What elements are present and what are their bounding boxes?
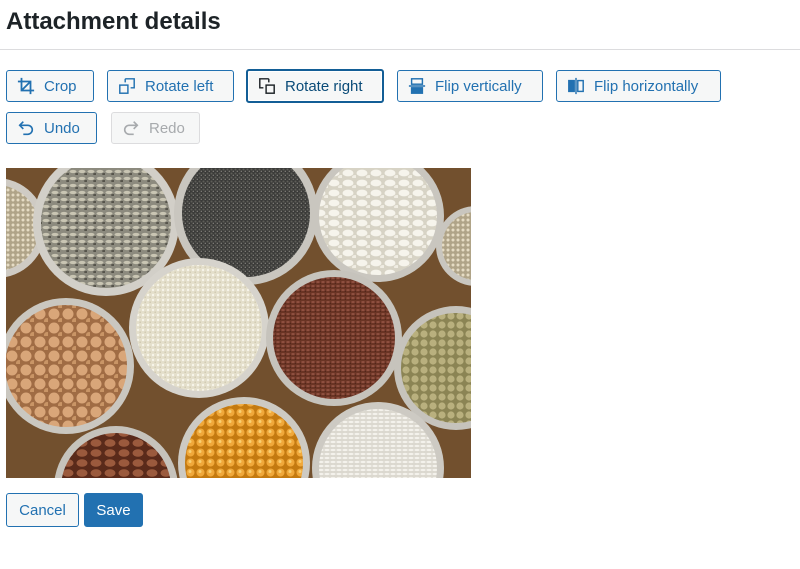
rotate-left-button[interactable]: Rotate left: [107, 70, 234, 102]
rotate-left-icon: [118, 77, 136, 95]
crop-label: Crop: [44, 77, 77, 95]
attachment-image: [6, 168, 471, 478]
flip-vertical-button[interactable]: Flip vertically: [397, 70, 543, 102]
redo-label: Redo: [149, 119, 185, 137]
flip-horizontal-icon: [567, 77, 585, 95]
save-label: Save: [96, 501, 131, 519]
rotate-right-button[interactable]: Rotate right: [246, 69, 384, 103]
undo-icon: [17, 119, 35, 137]
flip-vertical-label: Flip vertically: [435, 77, 522, 95]
rotate-left-label: Rotate left: [145, 77, 214, 95]
undo-label: Undo: [44, 119, 80, 137]
redo-button[interactable]: Redo: [111, 112, 200, 144]
cancel-button[interactable]: Cancel: [6, 493, 79, 527]
redo-icon: [122, 119, 140, 137]
flip-horizontal-label: Flip horizontally: [594, 77, 699, 95]
header-divider: [0, 49, 800, 50]
page-title: Attachment details: [6, 8, 221, 35]
save-button[interactable]: Save: [84, 493, 143, 527]
rotate-right-icon: [258, 77, 276, 95]
crop-button[interactable]: Crop: [6, 70, 94, 102]
crop-icon: [17, 77, 35, 95]
flip-vertical-icon: [408, 77, 426, 95]
undo-button[interactable]: Undo: [6, 112, 97, 144]
flip-horizontal-button[interactable]: Flip horizontally: [556, 70, 721, 102]
cancel-label: Cancel: [19, 501, 66, 519]
rotate-right-label: Rotate right: [285, 77, 363, 95]
